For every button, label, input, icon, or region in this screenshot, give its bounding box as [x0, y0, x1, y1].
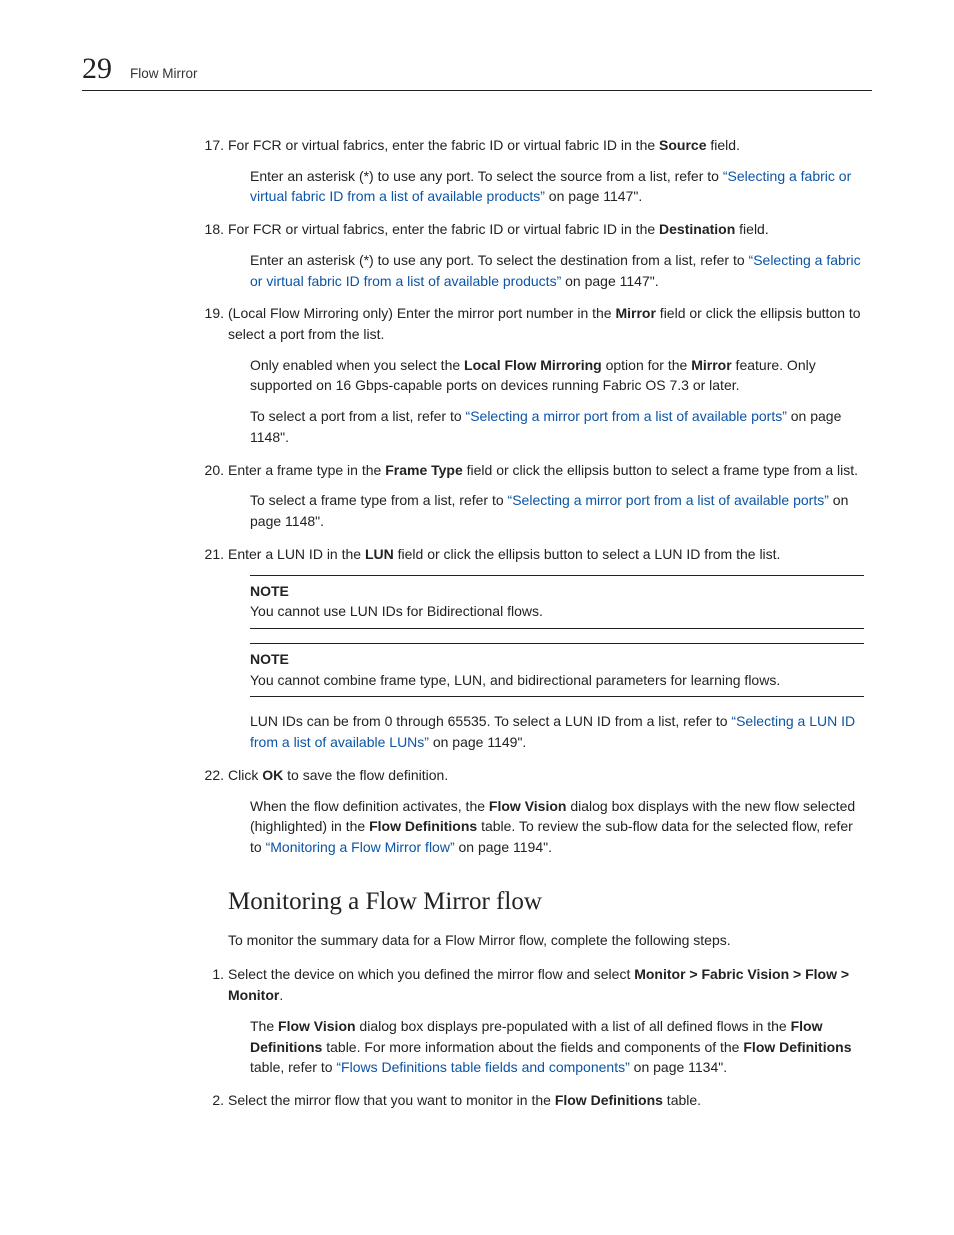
bold-text: Flow Vision — [489, 798, 567, 814]
step-number: 19. — [198, 303, 224, 324]
cross-reference-link[interactable]: “Selecting a mirror port from a list of … — [508, 492, 829, 508]
text: LUN IDs can be from 0 through 65535. To … — [250, 713, 731, 729]
step-body: For FCR or virtual fabrics, enter the fa… — [228, 135, 864, 156]
step-body: Select the mirror flow that you want to … — [228, 1090, 864, 1111]
text: The — [250, 1018, 278, 1034]
cross-reference-link[interactable]: “Monitoring a Flow Mirror flow” — [266, 839, 455, 855]
step-number: 1. — [198, 964, 224, 985]
text: Select the mirror flow that you want to … — [228, 1092, 555, 1108]
step-list: 17.For FCR or virtual fabrics, enter the… — [228, 135, 864, 858]
bold-text: Flow Definitions — [369, 818, 477, 834]
step-number: 21. — [198, 544, 224, 565]
text: on page 1134". — [630, 1059, 727, 1075]
text: dialog box displays pre-populated with a… — [356, 1018, 791, 1034]
step-sub: When the flow definition activates, the … — [228, 796, 864, 858]
step-body: (Local Flow Mirroring only) Enter the mi… — [228, 303, 864, 344]
bold-text: Frame Type — [385, 462, 463, 478]
note-body: You cannot combine frame type, LUN, and … — [250, 672, 780, 688]
text: on page 1147". — [561, 273, 658, 289]
bold-text: Flow Definitions — [743, 1039, 851, 1055]
text: field. — [707, 137, 740, 153]
bold-text: Local Flow Mirroring — [464, 357, 602, 373]
cross-reference-link[interactable]: “Selecting a mirror port from a list of … — [466, 408, 787, 424]
step-body: Enter a LUN ID in the LUN field or click… — [228, 544, 864, 565]
note-block: NOTEYou cannot use LUN IDs for Bidirecti… — [250, 575, 864, 629]
content: 17.For FCR or virtual fabrics, enter the… — [228, 135, 864, 1111]
bold-text: Flow Vision — [278, 1018, 356, 1034]
step-item: 18.For FCR or virtual fabrics, enter the… — [228, 219, 864, 291]
chapter-number: 29 — [82, 54, 112, 84]
step-number: 17. — [198, 135, 224, 156]
text: on page 1194". — [455, 839, 552, 855]
text: (Local Flow Mirroring only) Enter the mi… — [228, 305, 615, 321]
text: Only enabled when you select the — [250, 357, 464, 373]
text: To select a port from a list, refer to — [250, 408, 466, 424]
note-body: You cannot use LUN IDs for Bidirectional… — [250, 603, 543, 619]
text: option for the — [602, 357, 692, 373]
page-header: 29 Flow Mirror — [82, 54, 872, 91]
page: 29 Flow Mirror 17.For FCR or virtual fab… — [0, 0, 954, 1235]
step-body: Enter a frame type in the Frame Type fie… — [228, 460, 864, 481]
text: Select the device on which you defined t… — [228, 966, 634, 982]
step-number: 18. — [198, 219, 224, 240]
text: For FCR or virtual fabrics, enter the fa… — [228, 221, 659, 237]
step-sub: To select a port from a list, refer to “… — [228, 406, 864, 447]
step-body: Click OK to save the flow definition. — [228, 765, 864, 786]
text: Enter a frame type in the — [228, 462, 385, 478]
step-item: 1.Select the device on which you defined… — [228, 964, 864, 1078]
text: When the flow definition activates, the — [250, 798, 489, 814]
text: table. For more information about the fi… — [322, 1039, 743, 1055]
step-number: 2. — [198, 1090, 224, 1111]
step-sub: Enter an asterisk (*) to use any port. T… — [228, 166, 864, 207]
text: table, refer to — [250, 1059, 336, 1075]
bold-text: Mirror — [691, 357, 731, 373]
note-title: NOTE — [250, 649, 864, 670]
text: Enter an asterisk (*) to use any port. T… — [250, 252, 749, 268]
bold-text: Source — [659, 137, 706, 153]
text: on page 1149". — [429, 734, 526, 750]
text: field or click the ellipsis button to se… — [463, 462, 858, 478]
text: For FCR or virtual fabrics, enter the fa… — [228, 137, 659, 153]
note-block: NOTE You cannot combine frame type, LUN, … — [250, 643, 864, 697]
section-heading: Monitoring a Flow Mirror flow — [228, 888, 864, 916]
step-item: 2.Select the mirror flow that you want t… — [228, 1090, 864, 1111]
text: to save the flow definition. — [283, 767, 448, 783]
cross-reference-link[interactable]: “Flows Definitions table fields and comp… — [336, 1059, 629, 1075]
text: field. — [735, 221, 768, 237]
step-item: 17.For FCR or virtual fabrics, enter the… — [228, 135, 864, 207]
bold-text: LUN — [365, 546, 394, 562]
bold-text: Destination — [659, 221, 735, 237]
step-sub: LUN IDs can be from 0 through 65535. To … — [228, 711, 864, 752]
step-number: 22. — [198, 765, 224, 786]
step-item: 22.Click OK to save the flow definition.… — [228, 765, 864, 858]
step-sub: Only enabled when you select the Local F… — [228, 355, 864, 396]
step-item: 21.Enter a LUN ID in the LUN field or cl… — [228, 544, 864, 753]
text: table. — [663, 1092, 701, 1108]
bold-text: Flow Definitions — [555, 1092, 663, 1108]
step-sub: The Flow Vision dialog box displays pre-… — [228, 1016, 864, 1078]
step-item: 20.Enter a frame type in the Frame Type … — [228, 460, 864, 532]
bold-text: Mirror — [615, 305, 655, 321]
bold-text: OK — [262, 767, 283, 783]
step-sub: Enter an asterisk (*) to use any port. T… — [228, 250, 864, 291]
step-body: Select the device on which you defined t… — [228, 964, 864, 1005]
note-title: NOTE — [250, 581, 864, 602]
text: . — [279, 987, 283, 1003]
text: Enter a LUN ID in the — [228, 546, 365, 562]
text: on page 1147". — [545, 188, 642, 204]
section-lead: To monitor the summary data for a Flow M… — [228, 930, 864, 951]
step-number: 20. — [198, 460, 224, 481]
text: Click — [228, 767, 262, 783]
step-item: 19.(Local Flow Mirroring only) Enter the… — [228, 303, 864, 447]
text: Enter an asterisk (*) to use any port. T… — [250, 168, 723, 184]
text: To select a frame type from a list, refe… — [250, 492, 508, 508]
text: field or click the ellipsis button to se… — [394, 546, 781, 562]
chapter-title: Flow Mirror — [130, 66, 198, 81]
step-body: For FCR or virtual fabrics, enter the fa… — [228, 219, 864, 240]
step-sub: To select a frame type from a list, refe… — [228, 490, 864, 531]
step-list-2: 1.Select the device on which you defined… — [228, 964, 864, 1110]
